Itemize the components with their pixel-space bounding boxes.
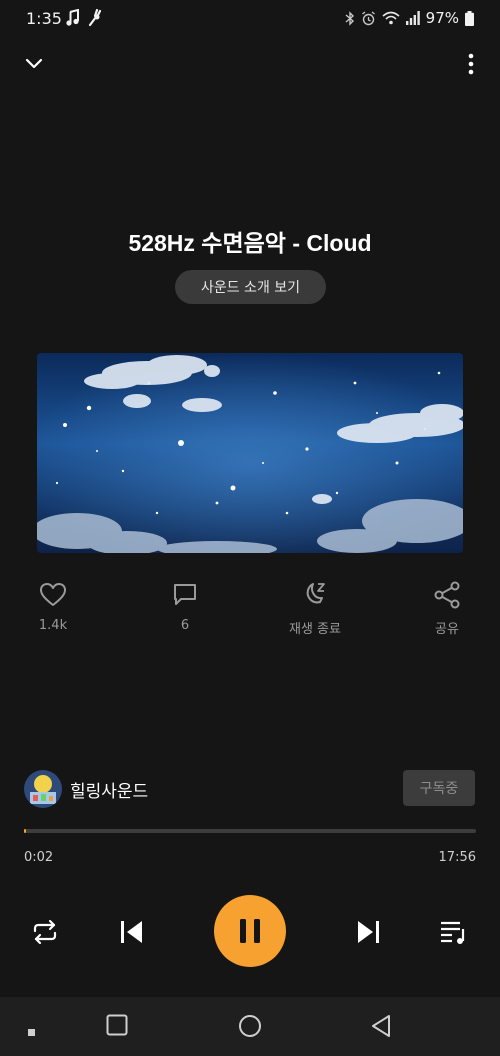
- moon-zz-icon: [306, 583, 325, 604]
- more-vertical-icon: [468, 53, 474, 75]
- comment-count: 6: [180, 618, 190, 633]
- share-label: 공유: [435, 622, 459, 637]
- like-count: 1.4k: [38, 618, 68, 633]
- signal-icon: [405, 11, 420, 25]
- night-sky-clouds-image: [37, 353, 463, 553]
- comment-button[interactable]: 6: [168, 580, 202, 633]
- elapsed-time: 0:02: [24, 850, 54, 865]
- more-options-button[interactable]: [466, 52, 476, 76]
- next-button[interactable]: [353, 917, 383, 947]
- square-dot-icon: [28, 1029, 35, 1036]
- bluetooth-icon: [345, 10, 354, 26]
- alarm-icon: [361, 10, 375, 25]
- wifi-icon: [382, 11, 400, 25]
- battery-icon: [465, 10, 474, 26]
- progress-bar[interactable]: [24, 829, 476, 833]
- album-artwork: [37, 353, 463, 553]
- progress-fill: [24, 829, 26, 833]
- skip-previous-icon: [121, 921, 142, 943]
- nav-recents-button[interactable]: [106, 1014, 128, 1040]
- skip-next-icon: [358, 921, 379, 943]
- repeat-icon: [33, 919, 57, 945]
- track-title: 528Hz 수면음악 - Cloud: [128, 230, 372, 256]
- channel-avatar[interactable]: [24, 770, 62, 808]
- previous-button[interactable]: [117, 917, 147, 947]
- status-bar: 1:35 97%: [0, 0, 500, 38]
- chevron-down-icon: [25, 58, 43, 69]
- nav-home-button[interactable]: [238, 1014, 262, 1042]
- share-button[interactable]: 공유: [430, 580, 464, 637]
- tuning-fork-icon: [88, 9, 102, 27]
- back-triangle-icon: [372, 1015, 390, 1037]
- heart-icon: [40, 583, 66, 606]
- nav-back-button[interactable]: [370, 1014, 392, 1042]
- avatar-image: [24, 770, 62, 808]
- sleep-timer-label: 재생 종료: [289, 622, 341, 637]
- channel-name[interactable]: 힐링사운드: [70, 777, 148, 802]
- battery-percent: 97%: [425, 9, 459, 27]
- nav-menu-dot[interactable]: [28, 1022, 36, 1041]
- home-circle-icon: [239, 1015, 261, 1037]
- like-button[interactable]: 1.4k: [36, 580, 70, 633]
- recents-icon: [106, 1014, 128, 1036]
- sound-intro-button[interactable]: 사운드 소개 보기: [175, 270, 326, 304]
- music-note-icon: [66, 9, 79, 26]
- total-time: 17:56: [438, 850, 476, 865]
- repeat-button[interactable]: [30, 917, 60, 947]
- status-time: 1:35: [26, 9, 62, 28]
- share-icon: [434, 581, 460, 609]
- comment-icon: [174, 584, 196, 605]
- subscribe-button[interactable]: 구독중: [403, 770, 475, 806]
- pause-icon: [240, 919, 260, 943]
- queue-button[interactable]: [438, 917, 468, 947]
- collapse-player-button[interactable]: [22, 52, 46, 76]
- system-nav-bar: [0, 997, 500, 1056]
- playlist-icon: [441, 921, 465, 944]
- sleep-timer-button[interactable]: 재생 종료: [286, 580, 344, 637]
- pause-button[interactable]: [214, 895, 286, 967]
